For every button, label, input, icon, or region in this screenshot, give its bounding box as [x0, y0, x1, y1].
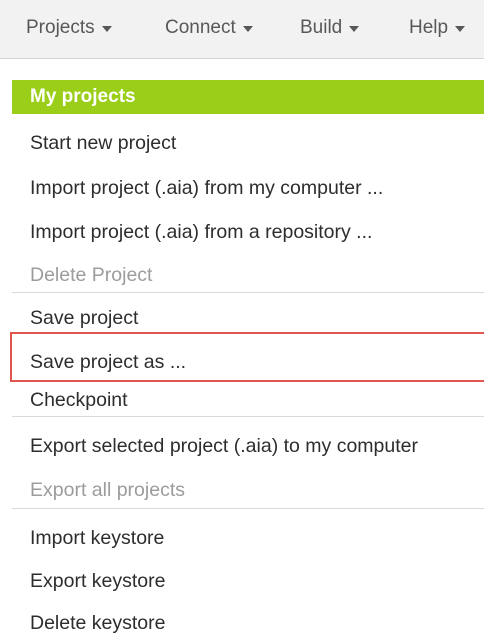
save-project-as-item[interactable]: Save project as ...: [30, 347, 186, 377]
import-keystore-item[interactable]: Import keystore: [30, 523, 164, 553]
delete-project-item: Delete Project: [30, 264, 153, 286]
chevron-down-icon: [349, 26, 360, 32]
build-menu-button[interactable]: Build: [300, 14, 360, 42]
build-menu-label: Build: [300, 17, 343, 38]
save-project-item[interactable]: Save project: [30, 303, 138, 333]
start-new-project-item[interactable]: Start new project: [30, 128, 176, 158]
menubar: Projects Connect Build Help: [0, 0, 484, 59]
help-menu-button[interactable]: Help: [409, 14, 466, 42]
menu-divider: [12, 508, 484, 509]
projects-menu-label: Projects: [26, 17, 95, 38]
import-project-computer-item[interactable]: Import project (.aia) from my computer .…: [30, 173, 383, 203]
export-all-projects-item: Export all projects: [30, 479, 185, 501]
menu-divider: [12, 416, 484, 417]
chevron-down-icon: [101, 26, 112, 32]
help-menu-label: Help: [409, 17, 449, 38]
menu-section-header: My projects: [12, 80, 484, 114]
checkpoint-item[interactable]: Checkpoint: [30, 385, 128, 415]
export-selected-project-item[interactable]: Export selected project (.aia) to my com…: [30, 431, 418, 461]
export-keystore-item[interactable]: Export keystore: [30, 566, 165, 596]
projects-dropdown-menu: My projects Start new project Import pro…: [12, 80, 484, 634]
projects-menu-button[interactable]: Projects: [26, 14, 112, 42]
import-project-repository-item[interactable]: Import project (.aia) from a repository …: [30, 217, 372, 247]
connect-menu-label: Connect: [165, 17, 236, 38]
chevron-down-icon: [455, 26, 466, 32]
chevron-down-icon: [242, 26, 253, 32]
connect-menu-button[interactable]: Connect: [165, 14, 253, 42]
menu-divider: [12, 292, 484, 293]
